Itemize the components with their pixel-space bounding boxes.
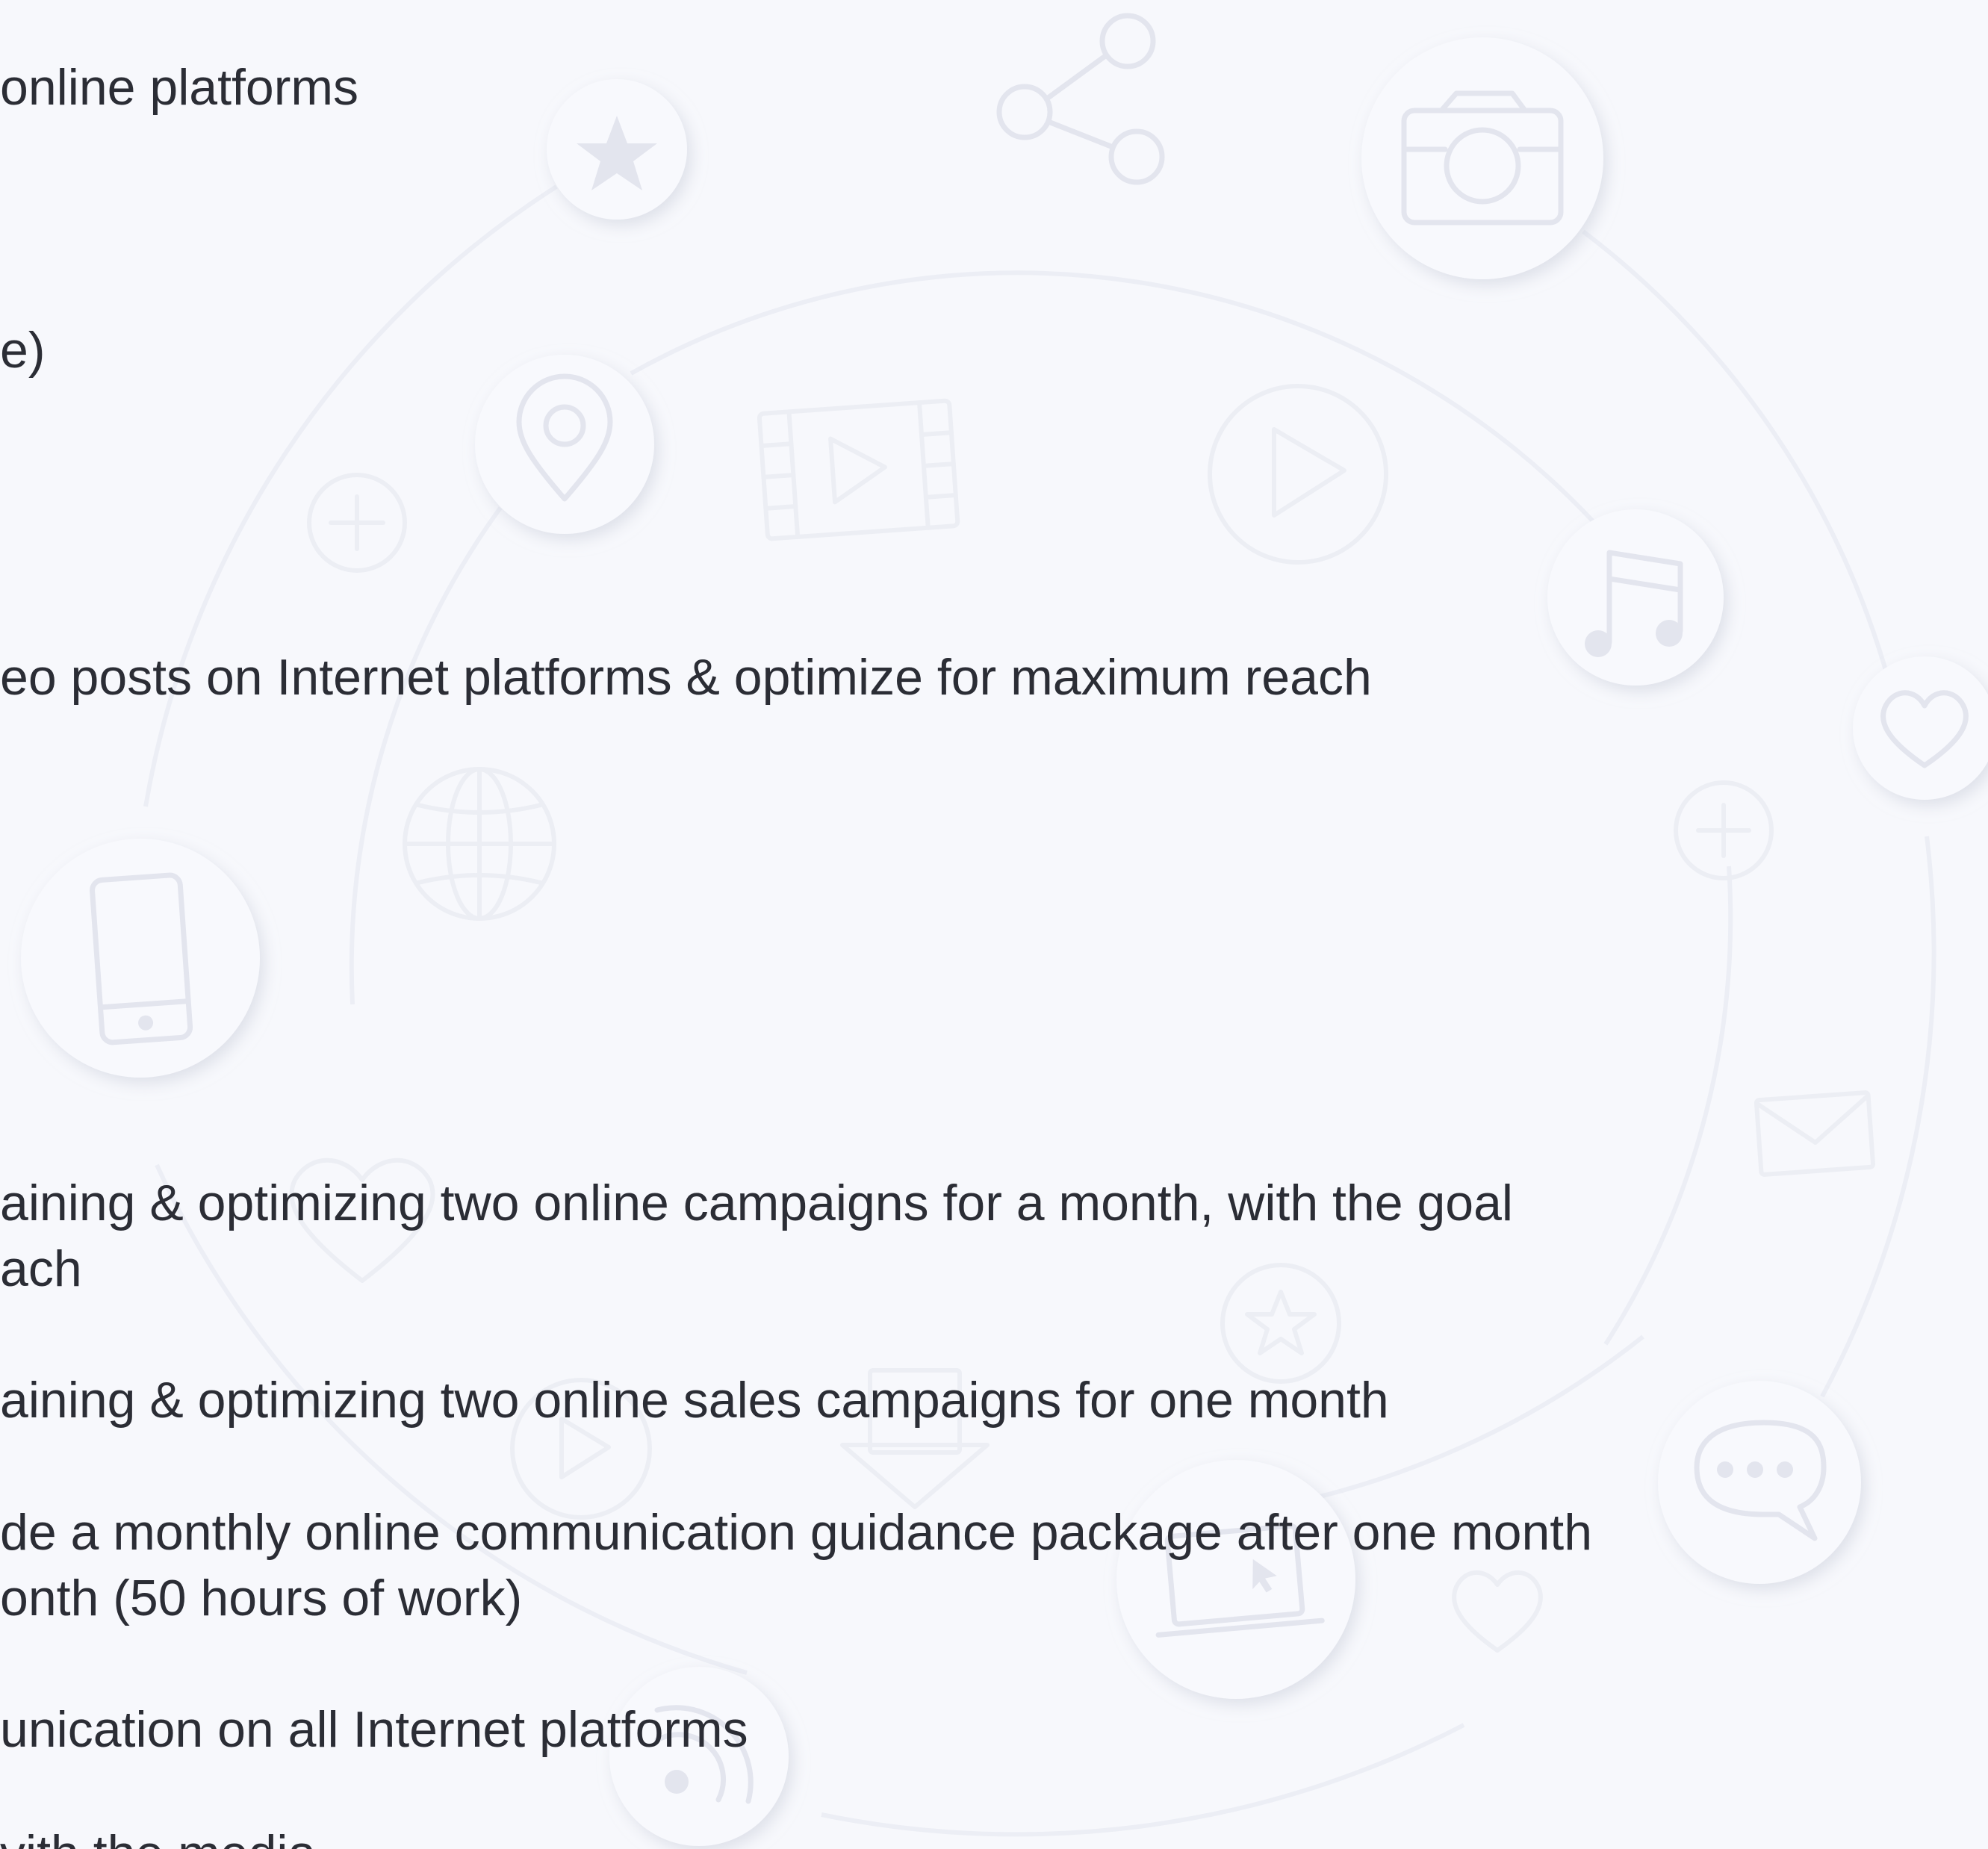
star-icon	[547, 79, 687, 220]
page-canvas: online platforms e) eo posts on Internet…	[0, 0, 1988, 1849]
star-icon	[1220, 1263, 1341, 1384]
text-line-4: aining & optimizing two online campaigns…	[0, 1175, 1514, 1231]
text-line-1: online platforms	[0, 59, 359, 116]
music-note-icon	[1547, 509, 1724, 686]
smartphone-icon	[21, 839, 260, 1078]
envelope-icon	[1754, 1090, 1876, 1177]
location-pin-icon	[475, 355, 654, 534]
text-line-10: vith the media	[0, 1821, 316, 1849]
text-line-2: e)	[0, 322, 46, 379]
laptop-icon	[1116, 1460, 1355, 1699]
globe-icon	[403, 767, 556, 921]
film-icon	[757, 398, 960, 541]
text-line-5: ach	[0, 1240, 82, 1297]
camera-icon	[1361, 37, 1603, 279]
plus-icon	[1674, 780, 1774, 880]
text-line-6: aining & optimizing two online sales cam…	[0, 1372, 1389, 1429]
text-line-9: unication on all Internet platforms	[0, 1701, 748, 1758]
heart-icon	[1853, 656, 1988, 800]
plus-icon	[307, 473, 407, 573]
text-line-7: de a monthly online communication guidan…	[0, 1504, 1593, 1561]
play-icon	[1208, 384, 1388, 565]
heart-icon	[1452, 1570, 1543, 1653]
chat-bubble-icon	[1658, 1381, 1861, 1584]
text-line-8: onth (50 hours of work)	[0, 1570, 523, 1626]
text-line-3: eo posts on Internet platforms & optimiz…	[0, 649, 1372, 706]
share-icon	[996, 13, 1165, 185]
